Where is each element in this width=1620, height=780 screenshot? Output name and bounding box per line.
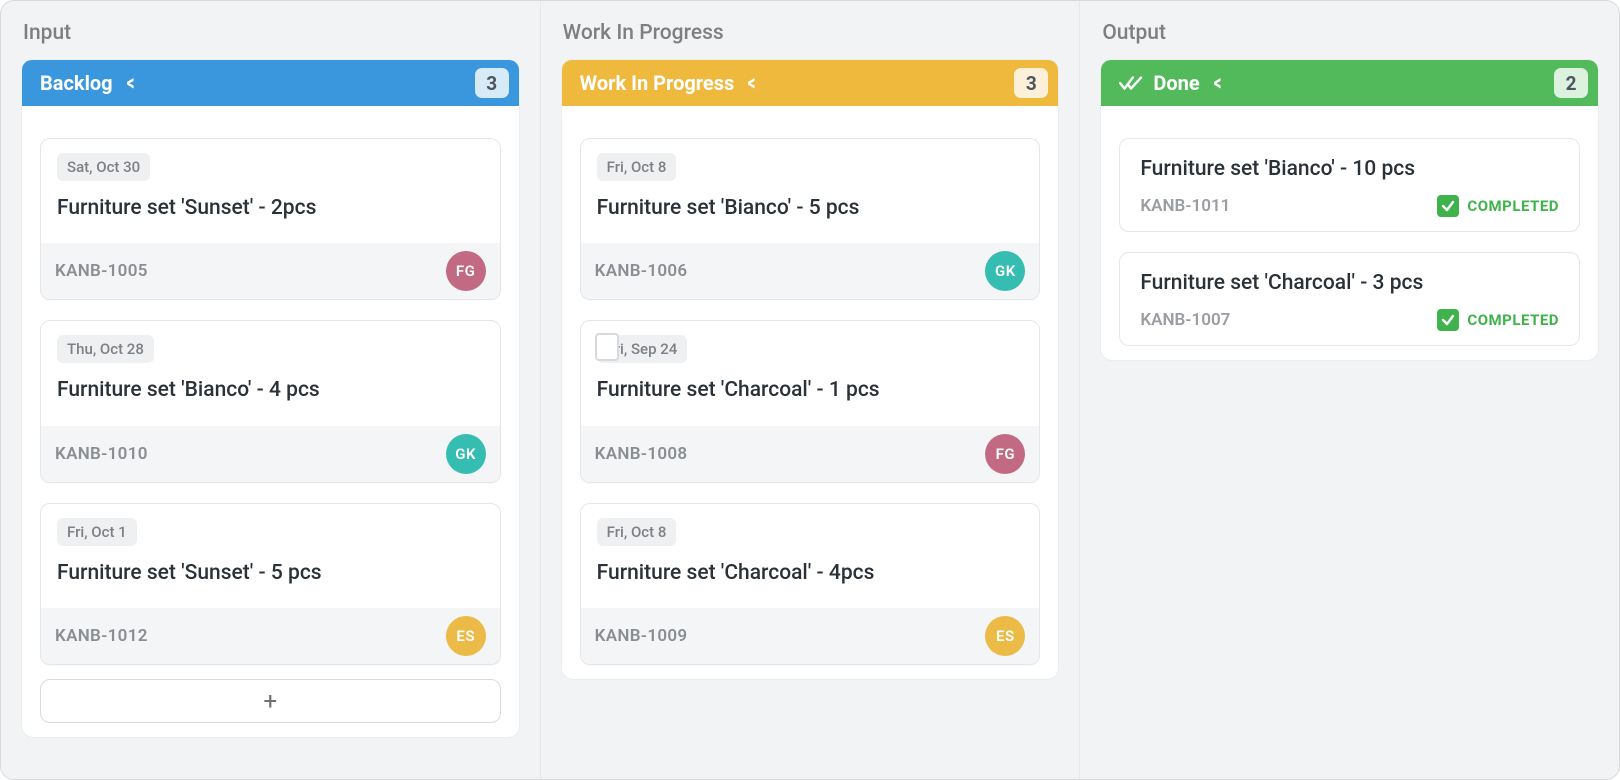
card-footer: KANB-1005 FG xyxy=(41,243,500,299)
lane-title: Output xyxy=(1080,1,1619,59)
lane-title: Input xyxy=(1,1,540,59)
cards-done: Furniture set 'Bianco' - 10 pcs KANB-101… xyxy=(1101,106,1598,346)
kanban-card[interactable]: Fri, Oct 8 Furniture set 'Charcoal' - 4p… xyxy=(580,503,1041,665)
card-title: Furniture set 'Sunset' - 5 pcs xyxy=(41,560,500,608)
chevron-left-icon[interactable]: < xyxy=(126,71,134,96)
column-count-badge: 3 xyxy=(1014,68,1048,98)
kanban-card-done[interactable]: Furniture set 'Bianco' - 10 pcs KANB-101… xyxy=(1119,138,1580,232)
avatar[interactable]: ES xyxy=(446,616,486,656)
kanban-card[interactable]: Fri, Oct 1 Furniture set 'Sunset' - 5 pc… xyxy=(40,503,501,665)
column-header-done[interactable]: Done < 2 xyxy=(1101,60,1598,106)
card-id: KANB-1006 xyxy=(595,261,688,281)
card-title: Furniture set 'Charcoal' - 1 pcs xyxy=(581,377,1040,425)
card-id: KANB-1012 xyxy=(55,626,148,646)
kanban-board: Input Backlog < 3 Sat, Oct 30 Furniture … xyxy=(0,0,1620,780)
lane-input: Input Backlog < 3 Sat, Oct 30 Furniture … xyxy=(1,1,541,779)
status-completed: COMPLETED xyxy=(1437,309,1559,331)
card-id: KANB-1007 xyxy=(1140,310,1230,330)
column-title: Work In Progress xyxy=(580,71,735,95)
column-done: Done < 2 Furniture set 'Bianco' - 10 pcs… xyxy=(1100,59,1599,361)
avatar[interactable]: GK xyxy=(446,434,486,474)
column-backlog: Backlog < 3 Sat, Oct 30 Furniture set 'S… xyxy=(21,59,520,738)
card-date-badge: Sat, Oct 30 xyxy=(57,153,150,181)
card-date-badge: Fri, Oct 8 xyxy=(597,518,677,546)
status-label: COMPLETED xyxy=(1467,311,1559,329)
kanban-card[interactable]: Sat, Oct 30 Furniture set 'Sunset' - 2pc… xyxy=(40,138,501,300)
kanban-card[interactable]: Fri, Oct 8 Furniture set 'Bianco' - 5 pc… xyxy=(580,138,1041,300)
column-title: Done xyxy=(1153,71,1199,95)
card-id: KANB-1005 xyxy=(55,261,148,281)
card-title: Furniture set 'Sunset' - 2pcs xyxy=(41,195,500,243)
add-card-button[interactable]: + xyxy=(40,679,501,723)
avatar[interactable]: FG xyxy=(985,434,1025,474)
check-icon xyxy=(1437,309,1459,331)
card-id: KANB-1008 xyxy=(595,444,688,464)
card-footer: KANB-1006 GK xyxy=(581,243,1040,299)
card-title: Furniture set 'Charcoal' - 3 pcs xyxy=(1140,271,1559,295)
check-icon xyxy=(1437,195,1459,217)
status-completed: COMPLETED xyxy=(1437,195,1559,217)
cards-wip: Fri, Oct 8 Furniture set 'Bianco' - 5 pc… xyxy=(562,106,1059,665)
card-date-badge: Fri, Oct 8 xyxy=(597,153,677,181)
cards-backlog: Sat, Oct 30 Furniture set 'Sunset' - 2pc… xyxy=(22,106,519,665)
card-title: Furniture set 'Bianco' - 5 pcs xyxy=(581,195,1040,243)
card-footer: KANB-1010 GK xyxy=(41,426,500,482)
column-count-badge: 2 xyxy=(1554,68,1588,98)
card-title: Furniture set 'Bianco' - 4 pcs xyxy=(41,377,500,425)
kanban-card-done[interactable]: Furniture set 'Charcoal' - 3 pcs KANB-10… xyxy=(1119,252,1580,346)
card-id: KANB-1011 xyxy=(1140,196,1230,216)
card-footer: KANB-1009 ES xyxy=(581,608,1040,664)
card-date-badge: Fri, Oct 1 xyxy=(57,518,137,546)
card-footer: KANB-1012 ES xyxy=(41,608,500,664)
column-header-backlog[interactable]: Backlog < 3 xyxy=(22,60,519,106)
card-date-badge: Fri, Sep 24 xyxy=(597,335,688,363)
lane-output: Output Done < 2 Furniture set 'Bianco' -… xyxy=(1080,1,1619,779)
column-wip: Work In Progress < 3 Fri, Oct 8 Furnitur… xyxy=(561,59,1060,680)
chevron-left-icon[interactable]: < xyxy=(1213,71,1221,96)
lane-title: Work In Progress xyxy=(541,1,1080,59)
card-footer: KANB-1008 FG xyxy=(581,426,1040,482)
card-date-badge: Thu, Oct 28 xyxy=(57,335,154,363)
column-title: Backlog xyxy=(40,71,113,95)
avatar[interactable]: ES xyxy=(985,616,1025,656)
status-label: COMPLETED xyxy=(1467,197,1559,215)
avatar[interactable]: GK xyxy=(985,251,1025,291)
chevron-left-icon[interactable]: < xyxy=(748,71,756,96)
column-header-wip[interactable]: Work In Progress < 3 xyxy=(562,60,1059,106)
lane-wip: Work In Progress Work In Progress < 3 Fr… xyxy=(541,1,1081,779)
column-count-badge: 3 xyxy=(475,68,509,98)
done-checkmarks-icon xyxy=(1119,74,1143,92)
kanban-card[interactable]: Thu, Oct 28 Furniture set 'Bianco' - 4 p… xyxy=(40,320,501,482)
card-id: KANB-1009 xyxy=(595,626,688,646)
kanban-card[interactable]: Fri, Sep 24 Furniture set 'Charcoal' - 1… xyxy=(580,320,1041,482)
card-id: KANB-1010 xyxy=(55,444,148,464)
card-title: Furniture set 'Bianco' - 10 pcs xyxy=(1140,157,1559,181)
avatar[interactable]: FG xyxy=(446,251,486,291)
card-title: Furniture set 'Charcoal' - 4pcs xyxy=(581,560,1040,608)
